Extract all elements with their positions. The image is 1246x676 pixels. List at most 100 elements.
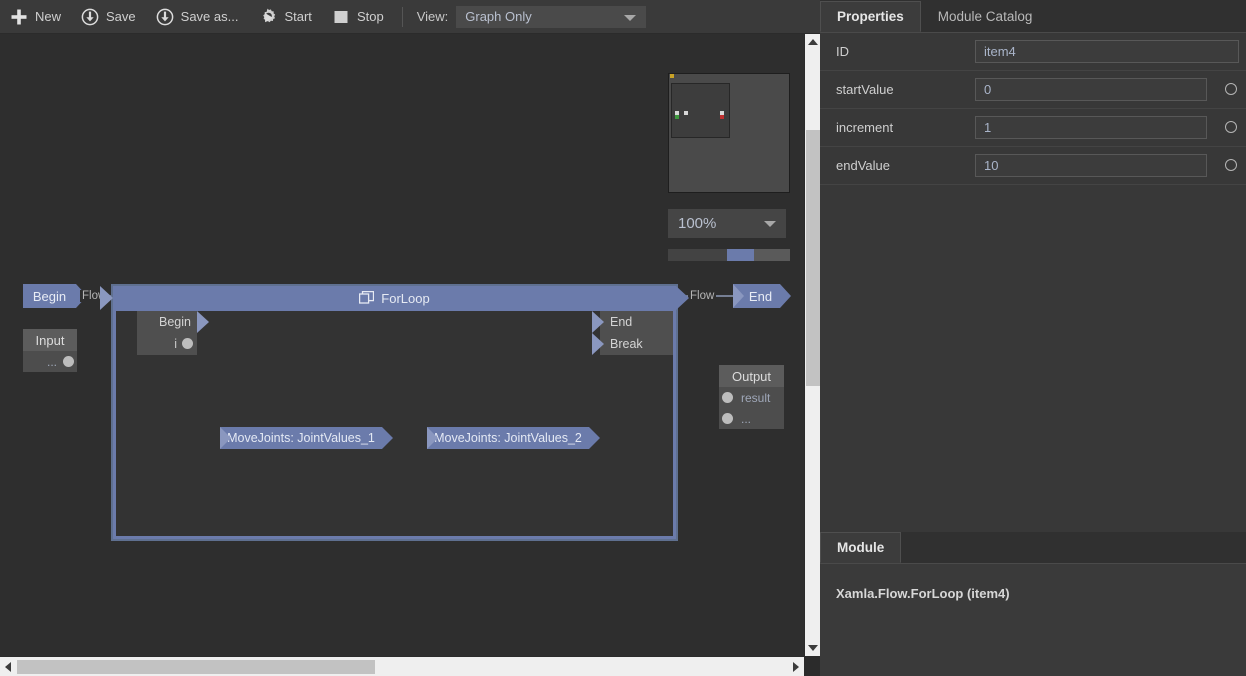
property-value-id: item4 xyxy=(984,44,1016,59)
chevron-down-icon xyxy=(624,14,637,21)
property-value-increment: 1 xyxy=(984,120,992,135)
end-node[interactable]: End xyxy=(733,284,791,308)
property-input-id[interactable]: item4 xyxy=(975,40,1239,63)
graph-canvas[interactable]: Begin Flow End Flow Input ... Output res… xyxy=(0,34,804,656)
input-port-dot[interactable] xyxy=(63,356,74,367)
property-port-circle-endvalue[interactable] xyxy=(1225,159,1237,171)
forloop-end-row[interactable]: End xyxy=(600,311,673,333)
start-button[interactable]: Start xyxy=(248,0,321,34)
chevron-down-icon xyxy=(764,221,776,227)
stop-square-icon xyxy=(332,8,350,26)
output-node-title: Output xyxy=(719,365,784,387)
stop-button-label: Stop xyxy=(356,9,384,24)
begin-node[interactable]: Begin xyxy=(23,284,87,308)
movejoints-node-1-label: MoveJoints: JointValues_1 xyxy=(227,431,375,445)
forloop-node-title: ForLoop xyxy=(381,291,430,306)
save-button-label: Save xyxy=(106,9,136,24)
scroll-up-arrow-icon[interactable] xyxy=(805,34,821,50)
output-node-port-row-result[interactable]: result xyxy=(719,387,784,408)
property-label-endvalue: endValue xyxy=(836,158,890,173)
canvas-vertical-scrollbar[interactable] xyxy=(804,34,820,656)
view-mode-value: Graph Only xyxy=(465,9,532,24)
tab-properties[interactable]: Properties xyxy=(820,1,921,32)
forloop-end-panel[interactable]: End Break xyxy=(592,311,673,355)
property-row-increment: increment 1 xyxy=(820,109,1246,147)
forloop-node-header[interactable]: ForLoop xyxy=(100,286,689,311)
property-row-endvalue: endValue 10 xyxy=(820,147,1246,185)
forloop-end-flow-in-arrow xyxy=(592,311,604,333)
forloop-begin-i-label: i xyxy=(174,337,177,351)
forloop-begin-flow-out-arrow xyxy=(197,311,209,333)
property-value-endvalue: 10 xyxy=(984,158,999,173)
input-node-port-row[interactable]: ... xyxy=(23,351,77,372)
scroll-down-arrow-icon[interactable] xyxy=(805,640,821,656)
properties-list: ID item4 startValue 0 increment 1 endVal… xyxy=(820,33,1246,185)
zoom-slider[interactable] xyxy=(668,249,790,261)
panel-tabbar: Properties Module Catalog xyxy=(820,0,1246,33)
forloop-begin-label-row: Begin xyxy=(137,311,197,333)
new-button[interactable]: New xyxy=(0,0,71,34)
canvas-vertical-scrollbar-thumb[interactable] xyxy=(806,130,820,386)
property-label-startvalue: startValue xyxy=(836,82,894,97)
property-input-increment[interactable]: 1 xyxy=(975,116,1207,139)
output-port-dot-more[interactable] xyxy=(722,413,733,424)
save-download-icon xyxy=(81,8,99,26)
property-row-id: ID item4 xyxy=(820,33,1246,71)
property-value-startvalue: 0 xyxy=(984,82,992,97)
zoom-level-dropdown[interactable]: 100% xyxy=(668,209,786,238)
input-node-port-label: ... xyxy=(46,354,57,369)
zoom-level-value: 100% xyxy=(678,215,717,232)
scroll-left-arrow-icon[interactable] xyxy=(0,657,16,676)
module-description: Xamla.Flow.ForLoop (item4) xyxy=(836,586,1010,601)
canvas-horizontal-scrollbar[interactable] xyxy=(0,656,804,676)
module-section: Module Xamla.Flow.ForLoop (item4) xyxy=(820,532,1246,676)
minimap[interactable] xyxy=(668,73,790,193)
property-input-startvalue[interactable]: 0 xyxy=(975,78,1207,101)
stop-button[interactable]: Stop xyxy=(322,0,394,34)
tab-module[interactable]: Module xyxy=(820,532,902,563)
module-tabbar: Module xyxy=(820,532,1246,564)
forloop-i-port-dot[interactable] xyxy=(182,338,193,349)
input-node-title: Input xyxy=(23,329,77,351)
property-port-circle-startvalue[interactable] xyxy=(1225,83,1237,95)
forloop-end-label: End xyxy=(610,315,633,329)
forloop-begin-label: Begin xyxy=(159,315,191,329)
save-button[interactable]: Save xyxy=(71,0,146,34)
minimap-marker xyxy=(670,74,674,78)
movejoints-node-1[interactable]: MoveJoints: JointValues_1 xyxy=(220,427,393,449)
tab-module-catalog[interactable]: Module Catalog xyxy=(921,1,1050,32)
property-input-endvalue[interactable]: 10 xyxy=(975,154,1207,177)
forloop-begin-i-row[interactable]: i xyxy=(137,333,197,355)
forloop-node-body[interactable]: Begin i End Break MoveJoints: JointValue… xyxy=(113,311,676,539)
save-as-button[interactable]: Save as... xyxy=(146,0,249,34)
minimap-marker xyxy=(720,115,724,119)
movejoints-node-2[interactable]: MoveJoints: JointValues_2 xyxy=(427,427,600,449)
forloop-break-row[interactable]: Break xyxy=(600,333,673,355)
application-window: New Save Save as... Start Stop View: Gra… xyxy=(0,0,1246,676)
forloop-break-label: Break xyxy=(610,337,643,351)
output-node[interactable]: Output result ... xyxy=(719,365,784,429)
output-port-dot-result[interactable] xyxy=(722,392,733,403)
input-node[interactable]: Input ... xyxy=(23,329,77,372)
output-node-port-label-result: result xyxy=(741,390,771,405)
property-row-startvalue: startValue 0 xyxy=(820,71,1246,109)
flow-label-right: Flow xyxy=(688,290,717,302)
property-port-circle-increment[interactable] xyxy=(1225,121,1237,133)
property-label-increment: increment xyxy=(836,120,894,135)
view-label: View: xyxy=(416,9,449,24)
zoom-slider-thumb[interactable] xyxy=(727,249,754,261)
scroll-right-arrow-icon[interactable] xyxy=(788,657,804,676)
forloop-node[interactable]: ForLoop Begin i End Break MoveJoints: Jo… xyxy=(100,284,689,541)
forloop-begin-panel[interactable]: Begin i xyxy=(137,311,209,355)
save-as-button-label: Save as... xyxy=(180,9,239,24)
minimap-marker xyxy=(675,115,679,119)
right-panel: Properties Module Catalog ID item4 start… xyxy=(820,0,1246,676)
window-frame-icon xyxy=(359,290,375,307)
output-node-port-label-more: ... xyxy=(741,411,752,426)
output-node-port-row-more[interactable]: ... xyxy=(719,408,784,429)
canvas-horizontal-scrollbar-thumb[interactable] xyxy=(17,660,375,674)
view-mode-dropdown[interactable]: Graph Only xyxy=(456,5,647,28)
tab-properties-label: Properties xyxy=(837,9,904,24)
start-button-label: Start xyxy=(284,9,312,24)
movejoints-node-2-label: MoveJoints: JointValues_2 xyxy=(434,431,582,445)
